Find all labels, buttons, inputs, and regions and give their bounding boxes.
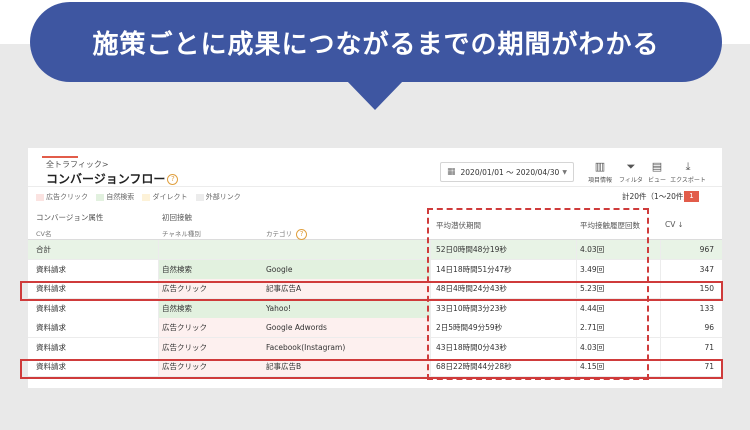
chevron-down-icon: ▼ bbox=[562, 168, 567, 176]
calendar-icon: ▦ bbox=[447, 167, 456, 177]
cell-channel: 自然検索 bbox=[162, 264, 192, 274]
cell-cv: 71 bbox=[704, 342, 714, 352]
column-group-first-touch: 初回接触 bbox=[162, 213, 192, 222]
column-group-cv-attr: コンバージョン属性 bbox=[36, 213, 104, 222]
column-header-channel[interactable]: チャネル種別 bbox=[162, 228, 201, 238]
cell-category bbox=[266, 240, 416, 260]
header-divider bbox=[28, 186, 722, 187]
cell-cv-name: 資料請求 bbox=[36, 342, 66, 352]
page-title-text: コンバージョンフロー bbox=[46, 172, 166, 186]
result-count: 計20件（1〜20件） bbox=[622, 192, 691, 201]
page-title: コンバージョンフロー? bbox=[46, 170, 179, 187]
cell-cv-name: 合計 bbox=[36, 245, 51, 254]
legend-label: ダイレクト bbox=[152, 193, 188, 201]
toolbar-label: エクスポート bbox=[670, 177, 706, 184]
date-range-text: 2020/01/01 ～ 2020/04/30 bbox=[460, 167, 560, 177]
page-number-button[interactable]: 1 bbox=[684, 191, 699, 202]
toolbar-label: フィルタ bbox=[619, 177, 643, 184]
highlight-period-columns bbox=[427, 208, 649, 380]
cell-cv: 133 bbox=[699, 303, 714, 313]
column-divider bbox=[158, 240, 159, 260]
columns-icon: ▥ bbox=[594, 160, 606, 173]
toolbar-label: 項目情報 bbox=[587, 177, 612, 184]
column-divider bbox=[158, 298, 159, 319]
cell-cv-name: 資料請求 bbox=[36, 303, 66, 313]
cell-cv: 347 bbox=[699, 264, 714, 274]
legend-label: 広告クリック bbox=[46, 193, 88, 201]
help-icon[interactable]: ? bbox=[167, 174, 179, 185]
column-header-category-label: カテゴリ bbox=[266, 230, 292, 238]
column-header-cv-label: CV bbox=[665, 220, 676, 229]
cell-cv-name: 資料請求 bbox=[36, 323, 66, 332]
legend-swatch-organic bbox=[96, 193, 105, 201]
cell-cv-name: 資料請求 bbox=[36, 264, 66, 274]
download-icon: ⤓ bbox=[685, 160, 691, 173]
column-divider bbox=[158, 259, 159, 280]
filter-icon: ⏷ bbox=[626, 160, 636, 173]
cell-category: Facebook(Instagram) bbox=[266, 342, 346, 352]
legend-swatch-referral bbox=[195, 193, 204, 201]
cell-channel: 自然検索 bbox=[162, 303, 192, 313]
column-header-cv-name[interactable]: CV名 bbox=[36, 228, 52, 238]
headline-bubble-tail bbox=[346, 80, 404, 110]
view-icon: ▤ bbox=[651, 160, 663, 173]
toolbar-item-export[interactable]: ⤓ エクスポート bbox=[670, 160, 706, 184]
toolbar-item-columns[interactable]: ▥ 項目情報 bbox=[585, 160, 615, 184]
channel-legend: 広告クリック 自然検索 ダイレクト 外部リンク bbox=[36, 192, 241, 202]
column-divider bbox=[660, 298, 661, 319]
headline-text: 施策ごとに成果につながるまでの期間がわかる bbox=[92, 29, 660, 60]
column-divider bbox=[660, 240, 661, 260]
column-divider bbox=[158, 337, 159, 358]
column-header-cv[interactable]: CV ↓ bbox=[665, 220, 684, 229]
breadcrumb[interactable]: 全トラフィック> bbox=[46, 159, 109, 170]
headline-bubble: 施策ごとに成果につながるまでの期間がわかる bbox=[30, 2, 722, 82]
column-divider bbox=[158, 318, 159, 338]
column-header-category[interactable]: カテゴリ ? bbox=[266, 228, 308, 240]
sort-down-icon: ↓ bbox=[677, 221, 684, 229]
legend-swatch-direct bbox=[142, 193, 151, 201]
legend-label: 外部リンク bbox=[205, 193, 241, 201]
cell-cv: 96 bbox=[704, 323, 714, 332]
legend-swatch-ad bbox=[36, 193, 44, 201]
cell-category: Google Adwords bbox=[266, 323, 327, 332]
help-icon[interactable]: ? bbox=[296, 228, 308, 240]
column-divider bbox=[660, 259, 661, 280]
legend-label: 自然検索 bbox=[106, 193, 135, 201]
column-divider bbox=[660, 337, 661, 358]
date-range-picker[interactable]: ▦ 2020/01/01 ～ 2020/04/30 ▼ bbox=[440, 162, 574, 182]
cell-category: Yahoo! bbox=[266, 303, 292, 313]
title-accent-line bbox=[42, 156, 78, 158]
cell-channel: 広告クリック bbox=[162, 342, 207, 352]
cell-cv: 967 bbox=[699, 245, 714, 254]
column-divider bbox=[660, 318, 661, 338]
cell-channel: 広告クリック bbox=[162, 323, 207, 332]
toolbar-label: ビュー bbox=[647, 177, 666, 184]
cell-channel bbox=[162, 240, 262, 260]
cell-category: Google bbox=[266, 264, 293, 274]
toolbar-item-view[interactable]: ▤ ビュー bbox=[642, 160, 672, 184]
